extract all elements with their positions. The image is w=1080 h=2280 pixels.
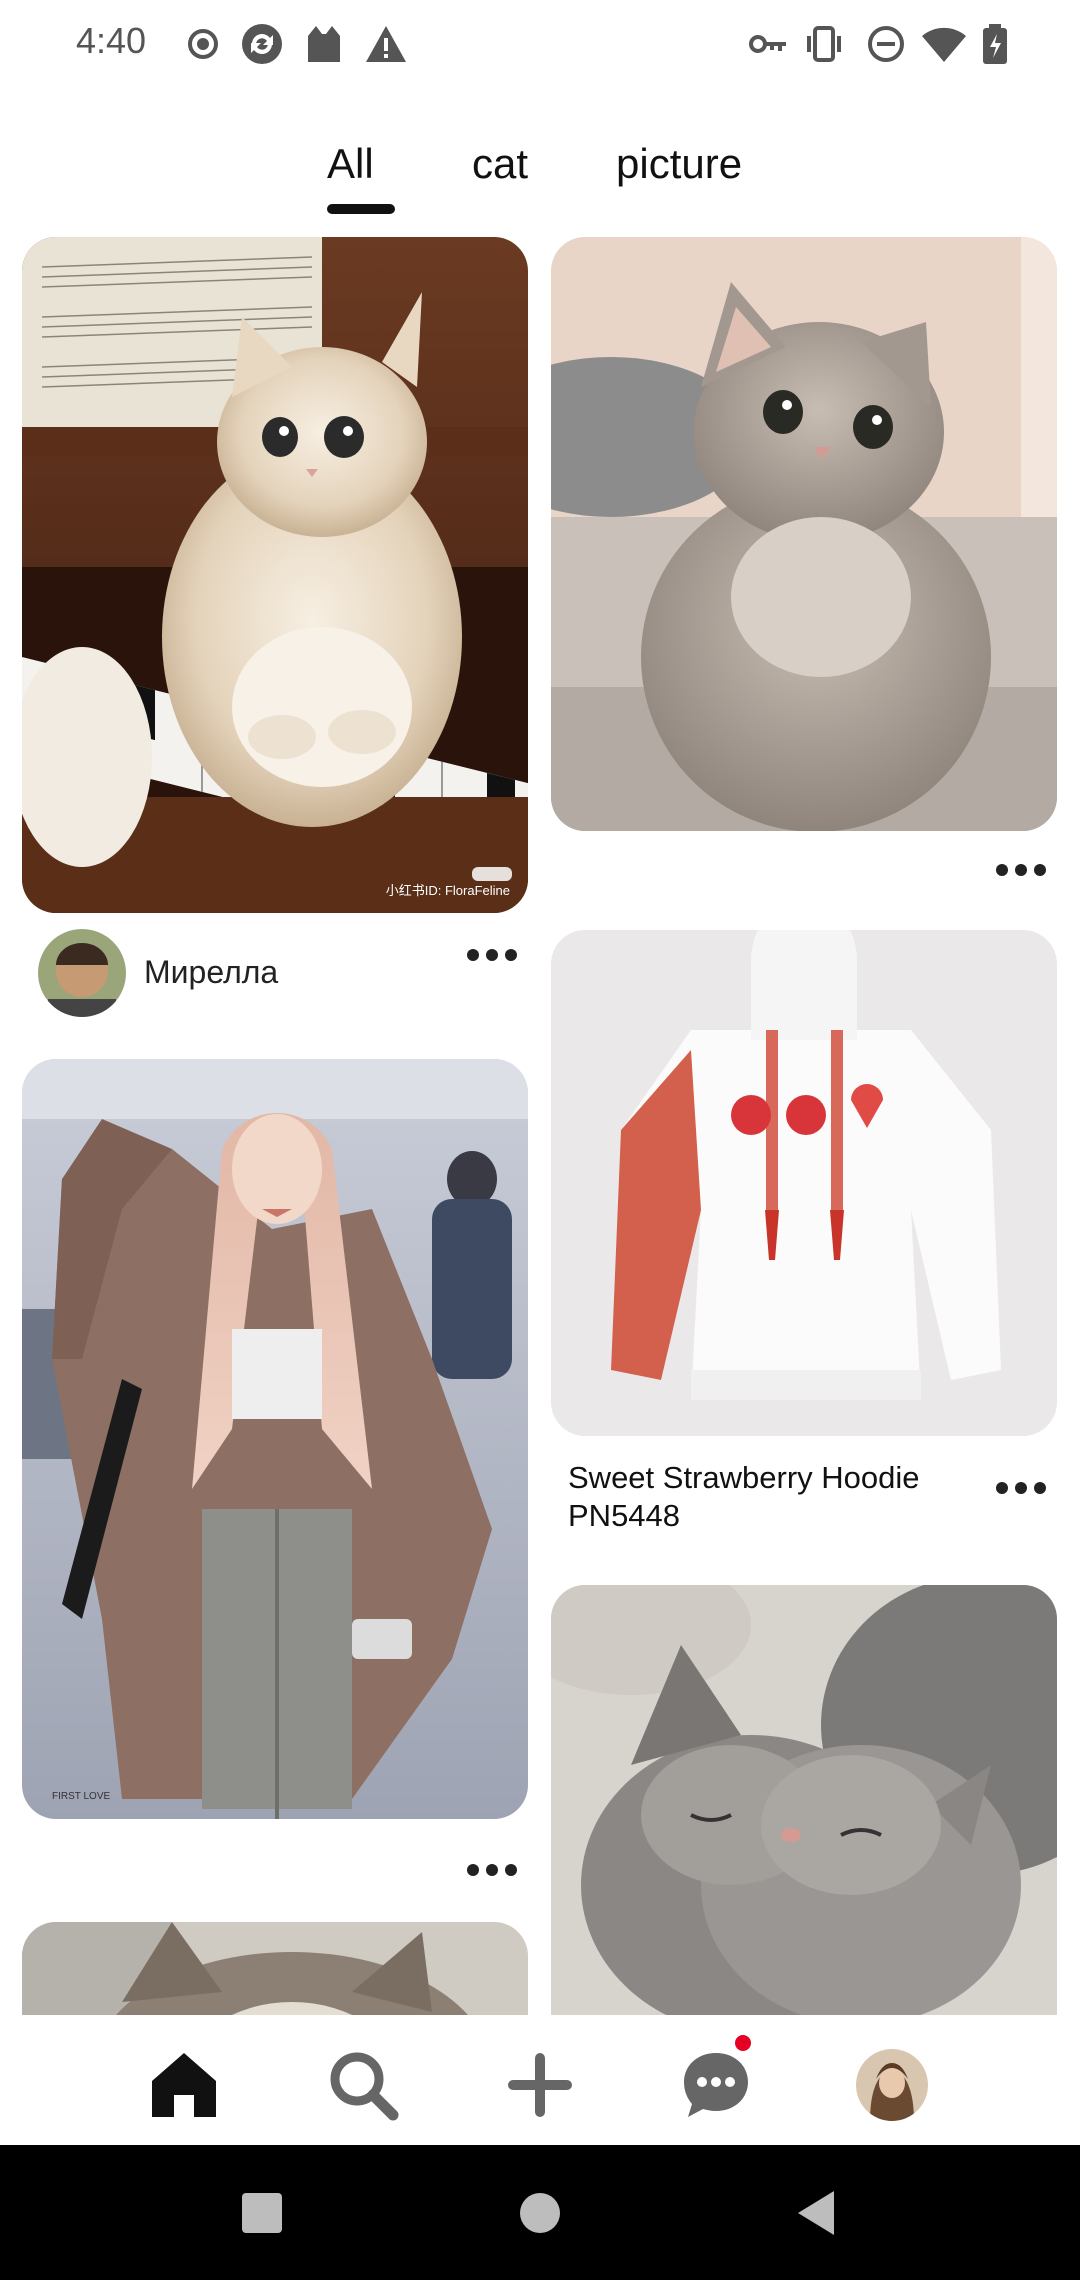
wifi-icon — [922, 27, 966, 62]
cat-piano-photo: 小红书ID: FloraFeline — [22, 237, 528, 913]
pin-author-avatar[interactable] — [38, 929, 126, 1017]
pin-image-cat-piano[interactable]: 小红书ID: FloraFeline — [22, 237, 528, 913]
sync-icon — [242, 24, 282, 64]
profile-photo — [856, 2049, 928, 2121]
fashion-photo: FIRST LOVE — [22, 1059, 528, 1819]
recents-icon[interactable] — [240, 2191, 284, 2235]
pin-image-cat-partial[interactable] — [22, 1922, 528, 2015]
more-options-icon[interactable] — [467, 1862, 517, 1878]
pin-author-name[interactable]: Мирелла — [144, 954, 278, 991]
pin-feed[interactable]: 小红书ID: FloraFeline Мирелла FIRST LOVE Sw… — [0, 235, 1080, 2015]
vibrate-icon — [807, 26, 841, 62]
key-icon — [749, 35, 786, 53]
image-watermark: 小红书ID: FloraFeline — [386, 883, 510, 898]
dnd-icon — [868, 26, 904, 62]
tab-picture[interactable]: picture — [616, 140, 742, 188]
profile-avatar[interactable] — [856, 2049, 928, 2121]
home-icon[interactable] — [144, 2045, 224, 2125]
system-navigation-bar — [0, 2145, 1080, 2280]
grey-cat-photo — [551, 237, 1057, 831]
home-button-icon[interactable] — [518, 2191, 562, 2235]
more-options-icon[interactable] — [467, 947, 517, 963]
more-options-icon[interactable] — [996, 1480, 1046, 1496]
pin-image-fashion[interactable]: FIRST LOVE — [22, 1059, 528, 1819]
pin-image-kittens[interactable] — [551, 1585, 1057, 2015]
svg-text:FIRST LOVE: FIRST LOVE — [52, 1791, 110, 1802]
tab-all[interactable]: All — [327, 140, 374, 188]
status-time: 4:40 — [76, 20, 147, 61]
tab-cat[interactable]: cat — [472, 140, 528, 188]
kittens-photo — [551, 1585, 1057, 2015]
cat-partial-photo — [22, 1922, 528, 2015]
record-icon — [188, 29, 218, 59]
battery-icon — [983, 24, 1007, 64]
cat-app-icon — [308, 26, 340, 62]
bottom-navigation — [0, 2015, 1080, 2145]
search-icon[interactable] — [323, 2045, 403, 2125]
create-icon[interactable] — [500, 2045, 580, 2125]
pin-image-hoodie[interactable] — [551, 930, 1057, 1436]
warning-icon — [366, 26, 406, 62]
board-tabs: All cat picture — [0, 140, 1080, 220]
messages-icon[interactable] — [676, 2045, 756, 2125]
tab-selected-indicator — [327, 204, 395, 214]
pin-image-grey-cat[interactable] — [551, 237, 1057, 831]
avatar-photo — [38, 929, 126, 1017]
pin-title[interactable]: Sweet Strawberry Hoodie PN5448 — [568, 1459, 968, 1535]
notification-badge — [735, 2035, 751, 2051]
status-bar: 4:40 — [0, 0, 1080, 90]
more-options-icon[interactable] — [996, 862, 1046, 878]
back-icon[interactable] — [796, 2189, 836, 2237]
hoodie-photo — [551, 930, 1057, 1436]
